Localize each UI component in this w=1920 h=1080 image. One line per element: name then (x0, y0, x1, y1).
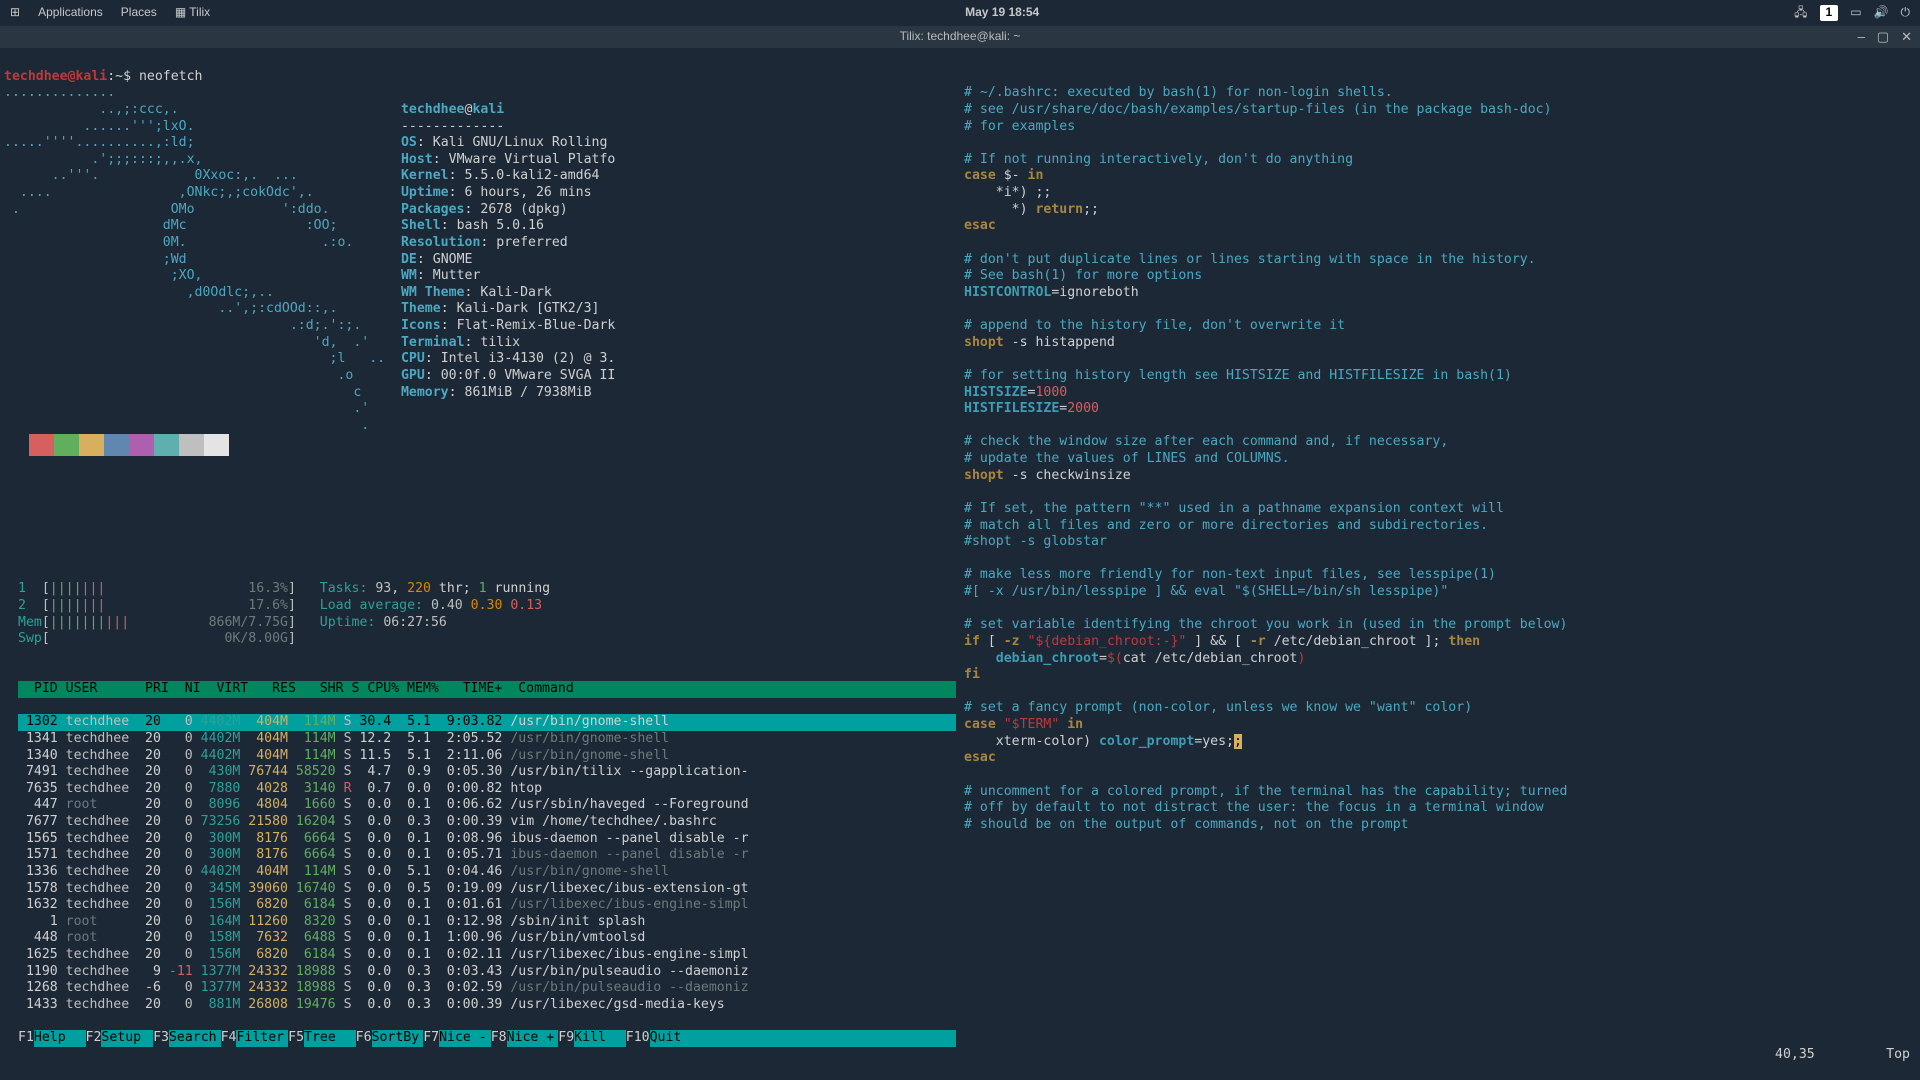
fn-key[interactable]: F6 (356, 1030, 372, 1047)
process-row[interactable]: 1268 techdhee -6 0 1377M 24332 18988 S 0… (18, 980, 956, 997)
maximize-button[interactable]: ▢ (1877, 29, 1889, 45)
htop-column-header: PID USER PRI NI VIRT RES SHR S CPU% MEM%… (18, 681, 956, 698)
app-title[interactable]: ▦ Tilix (175, 5, 210, 20)
htop-function-keys: F1Help F2Setup F3SearchF4FilterF5Tree F6… (18, 1030, 956, 1047)
process-row[interactable]: 1571 techdhee 20 0 300M 8176 6664 S 0.0 … (18, 847, 956, 864)
process-row[interactable]: 1190 techdhee 9 -11 1377M 24332 18988 S … (18, 964, 956, 981)
workspace-indicator[interactable]: 1 (1820, 5, 1839, 20)
process-row[interactable]: 1341 techdhee 20 0 4402M 404M 114M S 12.… (18, 731, 956, 748)
process-row[interactable]: 1433 techdhee 20 0 881M 26808 19476 S 0.… (18, 997, 956, 1014)
clock[interactable]: May 19 18:54 (210, 5, 1794, 20)
fn-key[interactable]: F7 (423, 1030, 439, 1047)
process-row[interactable]: 1336 techdhee 20 0 4402M 404M 114M S 0.0… (18, 864, 956, 881)
fn-key[interactable]: F8 (491, 1030, 507, 1047)
minimize-button[interactable]: – (1858, 29, 1865, 45)
gnome-topbar: ⊞ Applications Places ▦ Tilix May 19 18:… (0, 0, 1920, 26)
keyboard-icon[interactable]: ▭ (1850, 5, 1861, 20)
process-row[interactable]: 7635 techdhee 20 0 7880 4028 3140 R 0.7 … (18, 781, 956, 798)
process-row[interactable]: 7677 techdhee 20 0 73256 21580 16204 S 0… (18, 814, 956, 831)
terminal-pane-vim[interactable]: # ~/.bashrc: executed by bash(1) for non… (960, 48, 1920, 1080)
volume-icon[interactable]: 🔊 (1874, 5, 1889, 20)
fn-key[interactable]: F4 (221, 1030, 237, 1047)
close-button[interactable]: ✕ (1901, 29, 1912, 45)
process-row[interactable]: 7491 techdhee 20 0 430M 76744 58520 S 4.… (18, 764, 956, 781)
process-row[interactable]: 1578 techdhee 20 0 345M 39060 16740 S 0.… (18, 881, 956, 898)
process-row[interactable]: 1565 techdhee 20 0 300M 8176 6664 S 0.0 … (18, 831, 956, 848)
prompt-path: :~$ (107, 69, 139, 84)
places-menu[interactable]: Places (121, 5, 157, 20)
fn-key[interactable]: F2 (86, 1030, 102, 1047)
process-row[interactable]: 1625 techdhee 20 0 156M 6820 6184 S 0.0 … (18, 947, 956, 964)
process-row[interactable]: 1 root 20 0 164M 11260 8320 S 0.0 0.1 0:… (18, 914, 956, 931)
terminal-pane-neofetch[interactable]: techdhee@kali:~$ neofetch ..............… (0, 48, 960, 565)
prompt-user: techdhee@kali (4, 69, 107, 84)
process-row[interactable]: 1340 techdhee 20 0 4402M 404M 114M S 11.… (18, 748, 956, 765)
power-icon[interactable]: ⏻ (1901, 5, 1911, 20)
fn-key[interactable]: F9 (558, 1030, 574, 1047)
fn-key[interactable]: F10 (626, 1030, 650, 1047)
bashrc-content: # ~/.bashrc: executed by bash(1) for non… (964, 85, 1916, 833)
htop-meters: 1 [||||||| 16.3%] Tasks: 93, 220 thr; 1 … (18, 581, 956, 664)
fn-key[interactable]: F3 (153, 1030, 169, 1047)
prompt-command: neofetch (139, 69, 203, 84)
network-icon[interactable]: 🖧 (1794, 5, 1807, 20)
neofetch-output: .............. ..,;:ccc,. techdhee@kali … (4, 85, 956, 473)
activities-icon[interactable]: ⊞ (10, 5, 20, 20)
htop-process-list: 1302 techdhee 20 0 4402M 404M 114M S 30.… (18, 714, 956, 1013)
vim-status-line: 40,35 Top (1727, 1030, 1910, 1080)
window-title: Tilix: techdhee@kali: ~ (900, 29, 1021, 44)
process-row[interactable]: 447 root 20 0 8096 4804 1660 S 0.0 0.1 0… (18, 797, 956, 814)
window-titlebar: Tilix: techdhee@kali: ~ – ▢ ✕ (0, 26, 1920, 48)
fn-key[interactable]: F5 (288, 1030, 304, 1047)
terminal-pane-htop[interactable]: 1 [||||||| 16.3%] Tasks: 93, 220 thr; 1 … (0, 565, 960, 1080)
process-row[interactable]: 1632 techdhee 20 0 156M 6820 6184 S 0.0 … (18, 897, 956, 914)
fn-key[interactable]: F1 (18, 1030, 34, 1047)
process-row[interactable]: 1302 techdhee 20 0 4402M 404M 114M S 30.… (18, 714, 956, 731)
applications-menu[interactable]: Applications (38, 5, 103, 20)
process-row[interactable]: 448 root 20 0 158M 7632 6488 S 0.0 0.1 1… (18, 930, 956, 947)
